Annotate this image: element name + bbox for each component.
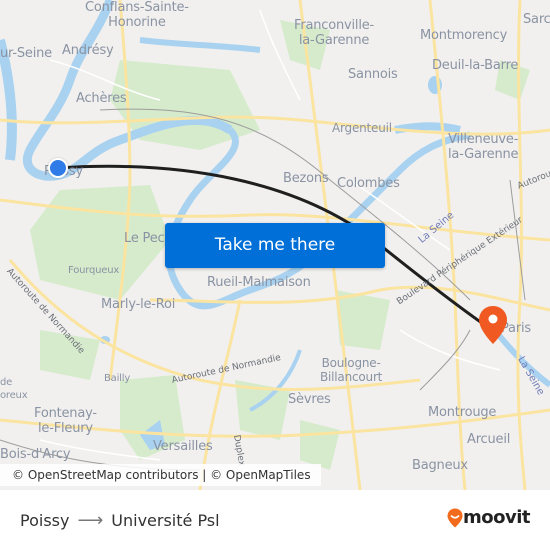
place-label-andresy: Andrésy bbox=[62, 43, 114, 58]
destination-pin-icon[interactable] bbox=[478, 305, 508, 345]
place-label-de: de bbox=[0, 377, 13, 388]
place-label-bailly: Bailly bbox=[104, 373, 131, 384]
moovit-pin-icon bbox=[447, 508, 463, 527]
brand-wordmark: moovit bbox=[463, 507, 531, 528]
footer: Poissy ⟶ Université Psl moovit bbox=[0, 490, 550, 550]
place-label-fontenay: Fontenay- le-Fleury bbox=[34, 406, 97, 436]
place-label-bagneux: Bagneux bbox=[412, 458, 468, 473]
place-label-sarc: Sarc bbox=[523, 12, 550, 27]
take-me-there-button[interactable]: Take me there bbox=[165, 223, 385, 268]
destination-name: Université Psl bbox=[111, 510, 220, 530]
moovit-logo[interactable]: moovit bbox=[447, 507, 531, 528]
place-label-fourqueux: Fourqueux bbox=[68, 265, 120, 276]
place-label-rueil: Rueil-Malmaison bbox=[207, 275, 311, 290]
place-label-villeneuve: Villeneuve- la-Garenne bbox=[448, 132, 519, 162]
place-label-colombes: Colombes bbox=[337, 176, 400, 191]
origin-name: Poissy bbox=[20, 510, 70, 530]
place-label-conflans: Conflans-Sainte- Honorine bbox=[85, 0, 189, 30]
place-label-deuil: Deuil-la-Barre bbox=[432, 58, 519, 73]
place-label-bois-darcy: Bois-d'Arcy bbox=[0, 447, 71, 462]
map-attribution[interactable]: © OpenStreetMap contributors | © OpenMap… bbox=[0, 464, 321, 486]
map-view[interactable]: Conflans-Sainte- Honorine Andrésy ur-Sei… bbox=[0, 0, 550, 490]
place-label-le-pecq: Le Pec bbox=[124, 231, 165, 246]
origin-dot-icon[interactable] bbox=[48, 158, 68, 178]
route-summary: Poissy ⟶ Université Psl bbox=[20, 508, 220, 532]
place-label-montrouge: Montrouge bbox=[428, 405, 497, 420]
place-label-sevres: Sèvres bbox=[288, 392, 331, 407]
place-label-boulogne: Boulogne- Billancourt bbox=[320, 356, 383, 384]
place-label-bezons: Bezons bbox=[283, 171, 329, 186]
place-label-argenteuil: Argenteuil bbox=[332, 121, 392, 135]
place-label-montmorency: Montmorency bbox=[420, 28, 508, 43]
arrow-right-icon: ⟶ bbox=[77, 509, 104, 531]
place-label-sannois: Sannois bbox=[348, 67, 398, 82]
place-label-versailles: Versailles bbox=[153, 439, 213, 454]
place-label-oreux: oreux bbox=[0, 390, 28, 401]
place-label-marly: Marly-le-Roi bbox=[101, 297, 176, 312]
place-label-arcueil: Arcueil bbox=[467, 432, 511, 447]
place-label-sur-seine: ur-Seine bbox=[0, 46, 52, 61]
place-label-acheres: Achères bbox=[76, 91, 127, 106]
place-label-franconville: Franconville- la-Garenne bbox=[294, 18, 375, 48]
